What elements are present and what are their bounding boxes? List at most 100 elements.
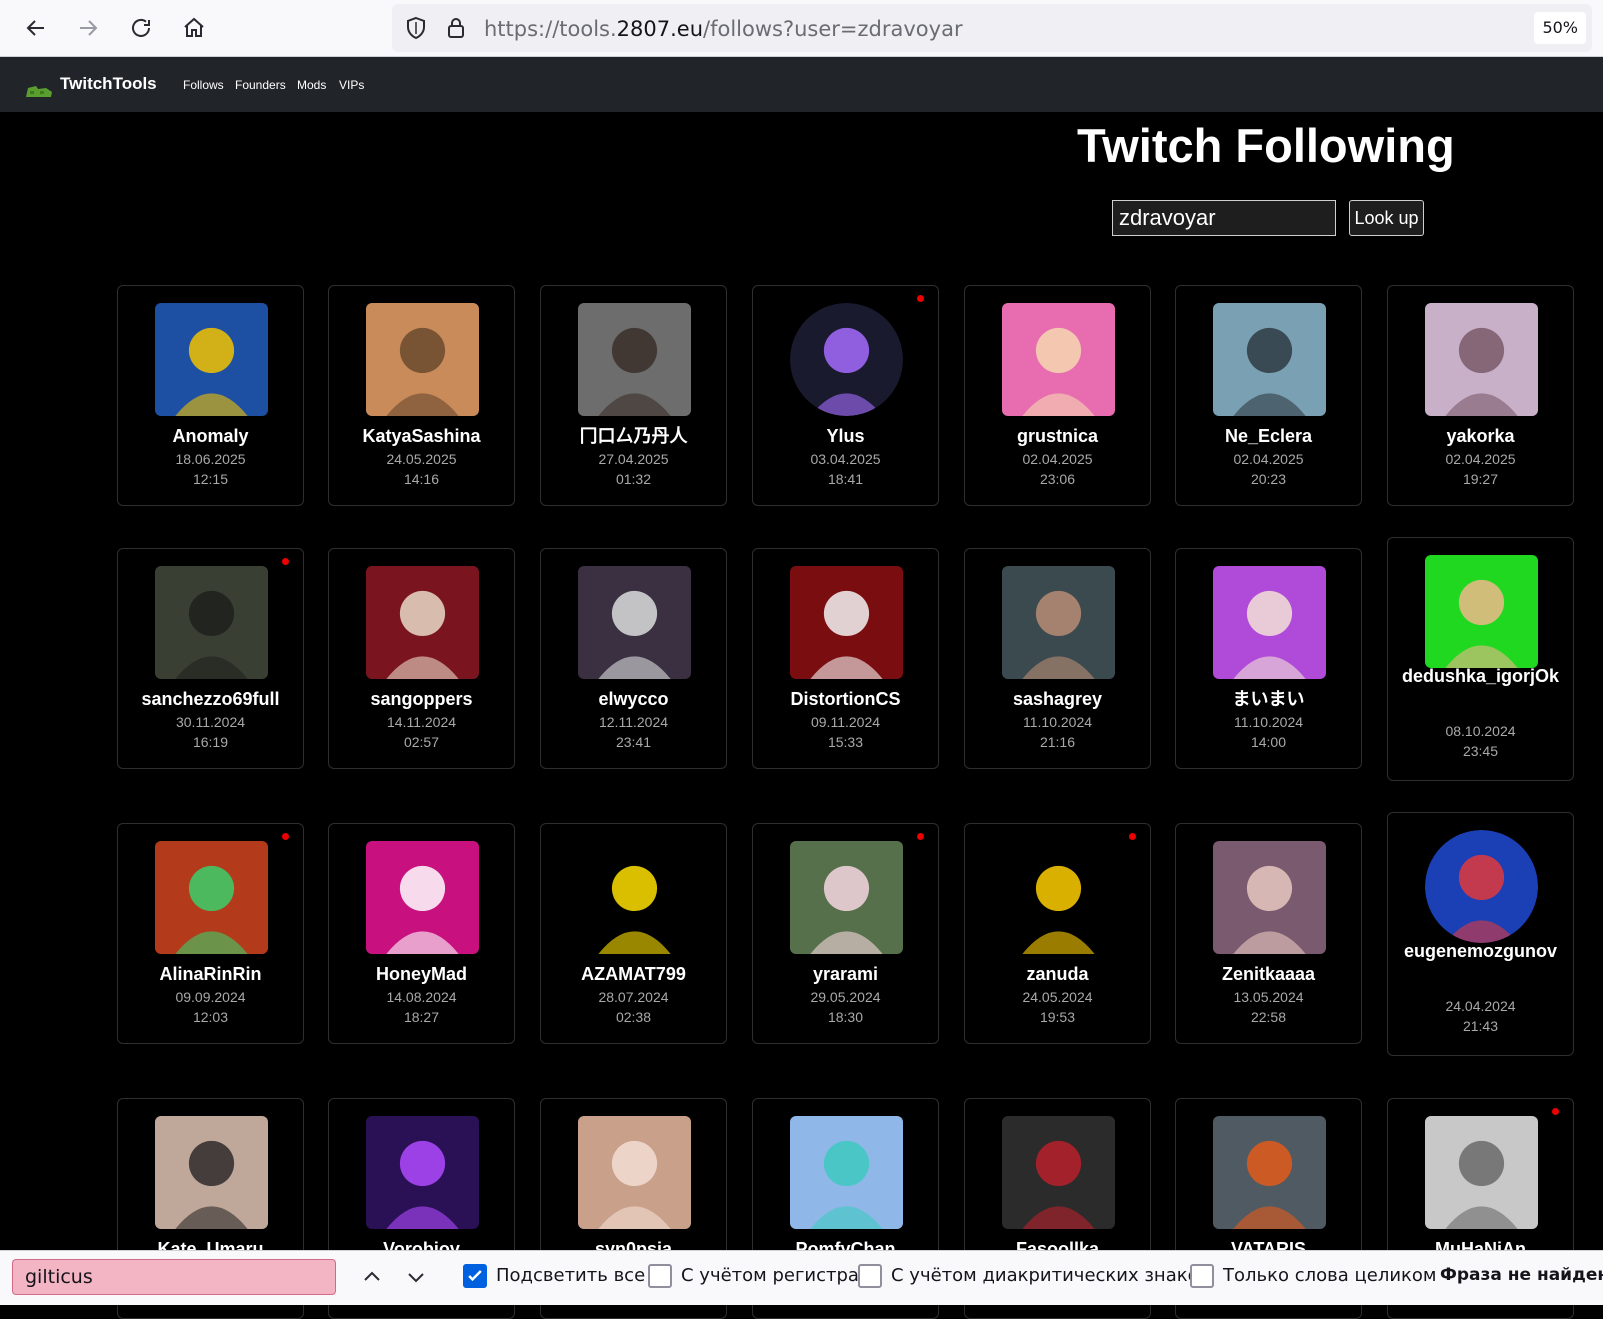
follow-card[interactable]: Ne_Eclera 02.04.2025 20:23 — [1175, 285, 1362, 506]
channel-avatar[interactable] — [155, 566, 268, 679]
match-case-checkbox[interactable] — [648, 1264, 672, 1288]
follow-card[interactable]: elwycco 12.11.2024 23:41 — [540, 548, 727, 769]
channel-avatar[interactable] — [155, 841, 268, 954]
channel-avatar[interactable] — [1213, 1116, 1326, 1229]
lookup-button[interactable]: Look up — [1349, 200, 1424, 236]
channel-avatar[interactable] — [790, 303, 903, 416]
channel-name[interactable]: yrarami — [757, 963, 934, 986]
url-text[interactable]: https://tools.2807.eu/follows?user=zdrav… — [484, 17, 963, 41]
channel-name[interactable]: AlinaRinRin — [122, 963, 299, 986]
nav-link-follows[interactable]: Follows — [183, 78, 224, 92]
match-case-label[interactable]: С учётом регистра — [681, 1265, 859, 1286]
follow-card[interactable]: dedushka_igorjOk 08.10.2024 23:45 — [1387, 537, 1574, 781]
follow-card[interactable]: eugenemozgunov 24.04.2024 21:43 — [1387, 812, 1574, 1056]
highlight-all-label[interactable]: Подсветить все — [496, 1265, 645, 1286]
channel-avatar[interactable] — [1213, 841, 1326, 954]
follow-date: 09.09.2024 — [175, 989, 246, 1005]
shield-icon[interactable] — [404, 16, 428, 40]
nav-link-mods[interactable]: Mods — [297, 78, 326, 92]
follow-card[interactable]: Zenitkaaaa 13.05.2024 22:58 — [1175, 823, 1362, 1044]
home-icon[interactable] — [176, 10, 212, 46]
channel-name[interactable]: sashagrey — [969, 688, 1146, 711]
brand-logo-icon[interactable] — [24, 83, 54, 99]
match-diacritics-checkbox[interactable] — [858, 1264, 882, 1288]
channel-name[interactable]: Ylus — [757, 425, 934, 448]
follow-card[interactable]: AlinaRinRin 09.09.2024 12:03 — [117, 823, 304, 1044]
follow-card[interactable]: HoneyMad 14.08.2024 18:27 — [328, 823, 515, 1044]
zoom-badge[interactable]: 50% — [1534, 12, 1586, 44]
channel-avatar[interactable] — [1002, 841, 1115, 954]
channel-name[interactable]: HoneyMad — [333, 963, 510, 986]
channel-name[interactable]: yakorka — [1392, 425, 1569, 448]
follow-card[interactable]: 冂口厶乃丹人 27.04.2025 01:32 — [540, 285, 727, 506]
channel-avatar[interactable] — [790, 841, 903, 954]
channel-avatar[interactable] — [1213, 566, 1326, 679]
follow-card[interactable]: Anomaly 18.06.2025 12:15 — [117, 285, 304, 506]
channel-avatar[interactable] — [1425, 303, 1538, 416]
follow-card[interactable]: AZAMAT799 28.07.2024 02:38 — [540, 823, 727, 1044]
follow-card[interactable]: Ylus 03.04.2025 18:41 — [752, 285, 939, 506]
channel-avatar[interactable] — [790, 1116, 903, 1229]
url-bar[interactable]: https://tools.2807.eu/follows?user=zdrav… — [392, 4, 1592, 52]
channel-name[interactable]: AZAMAT799 — [545, 963, 722, 986]
follow-card[interactable]: sangoppers 14.11.2024 02:57 — [328, 548, 515, 769]
channel-name[interactable]: zanuda — [969, 963, 1146, 986]
brand-name[interactable]: TwitchTools — [60, 74, 157, 94]
follow-card[interactable]: KatyaSashina 24.05.2025 14:16 — [328, 285, 515, 506]
channel-avatar[interactable] — [366, 566, 479, 679]
channel-name[interactable]: DistortionCS — [757, 688, 934, 711]
channel-name[interactable]: sangoppers — [333, 688, 510, 711]
follow-card[interactable]: sashagrey 11.10.2024 21:16 — [964, 548, 1151, 769]
forward-icon[interactable] — [70, 10, 106, 46]
match-diacritics-label[interactable]: С учётом диакритических знаков — [891, 1265, 1209, 1286]
follow-card[interactable]: まいまい 11.10.2024 14:00 — [1175, 548, 1362, 769]
find-input[interactable]: gilticus — [12, 1259, 336, 1295]
nav-link-founders[interactable]: Founders — [235, 78, 286, 92]
follow-card[interactable]: yakorka 02.04.2025 19:27 — [1387, 285, 1574, 506]
channel-avatar[interactable] — [1425, 1116, 1538, 1229]
channel-avatar[interactable] — [1002, 566, 1115, 679]
find-next-icon[interactable] — [404, 1265, 428, 1289]
channel-name[interactable]: Zenitkaaaa — [1180, 963, 1357, 986]
channel-name[interactable]: Ne_Eclera — [1180, 425, 1357, 448]
channel-name[interactable]: KatyaSashina — [333, 425, 510, 448]
highlight-all-checkbox[interactable] — [463, 1264, 487, 1288]
channel-avatar[interactable] — [578, 1116, 691, 1229]
channel-avatar[interactable] — [578, 303, 691, 416]
channel-name[interactable]: まいまい — [1180, 688, 1357, 711]
channel-name[interactable]: eugenemozgunov — [1392, 940, 1569, 963]
channel-name[interactable]: dedushka_igorjOk — [1392, 665, 1569, 688]
channel-avatar[interactable] — [1002, 1116, 1115, 1229]
username-input[interactable] — [1112, 200, 1336, 236]
follow-card[interactable]: grustnica 02.04.2025 23:06 — [964, 285, 1151, 506]
channel-avatar[interactable] — [155, 1116, 268, 1229]
channel-avatar[interactable] — [1213, 303, 1326, 416]
channel-name[interactable]: elwycco — [545, 688, 722, 711]
channel-avatar[interactable] — [155, 303, 268, 416]
channel-avatar[interactable] — [1425, 830, 1538, 943]
channel-name[interactable]: Anomaly — [122, 425, 299, 448]
channel-avatar[interactable] — [366, 841, 479, 954]
follow-card[interactable]: zanuda 24.05.2024 19:53 — [964, 823, 1151, 1044]
channel-avatar[interactable] — [1002, 303, 1115, 416]
find-previous-icon[interactable] — [360, 1265, 384, 1289]
channel-avatar[interactable] — [790, 566, 903, 679]
whole-words-label[interactable]: Только слова целиком — [1223, 1265, 1437, 1286]
channel-avatar[interactable] — [578, 841, 691, 954]
channel-name[interactable]: sanchezzo69full — [122, 688, 299, 711]
channel-avatar[interactable] — [1425, 555, 1538, 668]
lock-icon[interactable] — [444, 16, 468, 40]
channel-avatar[interactable] — [366, 1116, 479, 1229]
channel-avatar[interactable] — [578, 566, 691, 679]
whole-words-checkbox[interactable] — [1190, 1264, 1214, 1288]
follow-time: 14:00 — [1250, 734, 1287, 750]
back-icon[interactable] — [18, 10, 54, 46]
reload-icon[interactable] — [123, 10, 159, 46]
channel-name[interactable]: 冂口厶乃丹人 — [545, 425, 722, 448]
follow-card[interactable]: sanchezzo69full 30.11.2024 16:19 — [117, 548, 304, 769]
channel-avatar[interactable] — [366, 303, 479, 416]
nav-link-vips[interactable]: VIPs — [339, 78, 364, 92]
follow-card[interactable]: DistortionCS 09.11.2024 15:33 — [752, 548, 939, 769]
channel-name[interactable]: grustnica — [969, 425, 1146, 448]
follow-card[interactable]: yrarami 29.05.2024 18:30 — [752, 823, 939, 1044]
